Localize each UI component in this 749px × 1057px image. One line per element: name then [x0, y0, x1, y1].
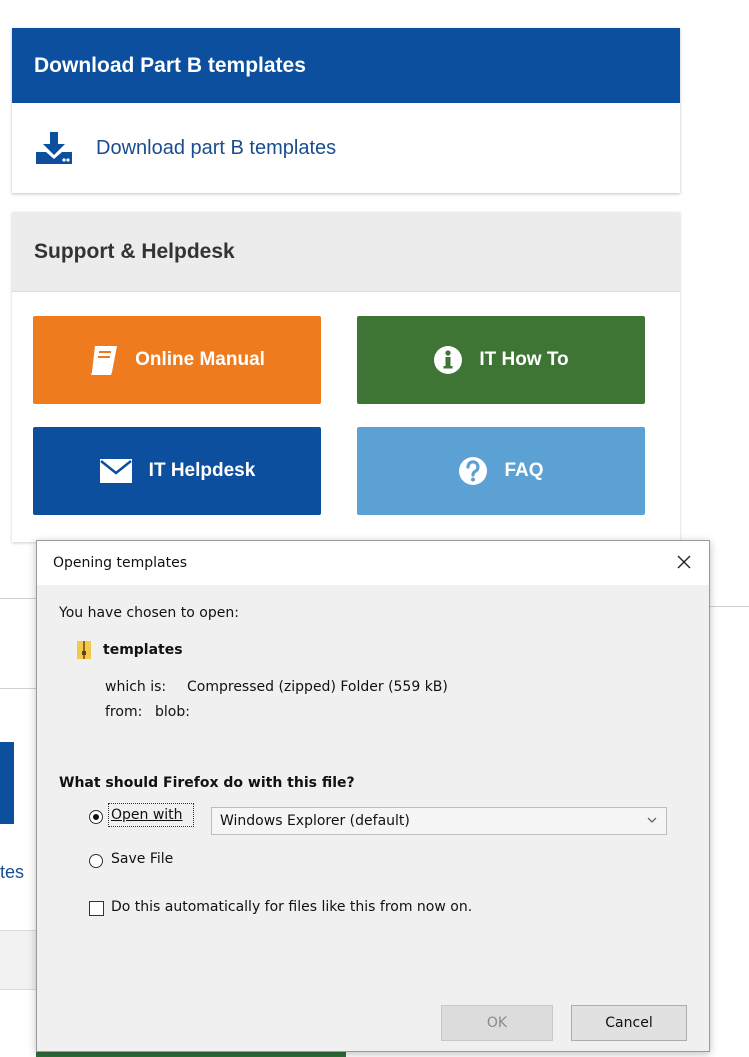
book-icon: [91, 346, 118, 375]
background-bottom-fragment: [0, 930, 36, 990]
dialog-body: You have chosen to open: templates which…: [37, 585, 709, 1051]
support-card: Support & Helpdesk Online Manual IT How …: [12, 212, 680, 542]
dialog-close-button[interactable]: [669, 547, 699, 577]
chevron-down-icon: [647, 817, 657, 823]
faq-button[interactable]: FAQ: [357, 427, 645, 515]
open-with-label[interactable]: Open with: [111, 807, 183, 823]
cancel-button[interactable]: Cancel: [571, 1005, 687, 1041]
which-is-label: which is:: [105, 679, 167, 695]
download-templates-link-label: Download part B templates: [96, 136, 337, 159]
it-helpdesk-label: IT Helpdesk: [148, 460, 256, 481]
it-helpdesk-button[interactable]: IT Helpdesk: [33, 427, 321, 515]
action-question: What should Firefox do with this file?: [59, 775, 355, 791]
background-divider-mid: [0, 688, 36, 689]
download-card: Download Part B templates Download part …: [12, 28, 680, 193]
envelope-icon: [99, 459, 132, 483]
it-how-to-label: IT How To: [479, 349, 569, 370]
auto-action-checkbox[interactable]: [89, 901, 104, 916]
dialog-titlebar: Opening templates: [37, 541, 709, 585]
background-blue-fragment: [0, 742, 14, 824]
from-value: blob:: [155, 704, 190, 720]
background-divider-top: [0, 598, 36, 599]
online-manual-label: Online Manual: [135, 349, 265, 370]
open-file-dialog: Opening templates You have chosen to ope…: [36, 540, 710, 1052]
chosen-to-open-label: You have chosen to open:: [59, 605, 239, 621]
zip-folder-icon: [77, 641, 91, 659]
question-icon: [459, 457, 488, 485]
close-icon: [677, 555, 691, 569]
file-type-value: Compressed (zipped) Folder (559 kB): [187, 679, 448, 695]
download-templates-link[interactable]: Download part B templates: [12, 103, 680, 193]
faq-label: FAQ: [504, 460, 544, 481]
dialog-title: Opening templates: [53, 555, 187, 571]
it-how-to-button[interactable]: IT How To: [357, 316, 645, 404]
info-icon: [434, 346, 463, 374]
save-file-label[interactable]: Save File: [111, 851, 173, 867]
open-with-selected-value: Windows Explorer (default): [220, 813, 410, 829]
save-file-radio[interactable]: [89, 854, 103, 868]
file-name: templates: [103, 642, 183, 658]
online-manual-button[interactable]: Online Manual: [33, 316, 321, 404]
support-card-header: Support & Helpdesk: [12, 212, 680, 292]
from-label: from:: [105, 704, 143, 720]
download-icon: [36, 132, 72, 164]
auto-action-label[interactable]: Do this automatically for files like thi…: [111, 899, 472, 915]
download-card-header: Download Part B templates: [12, 28, 680, 103]
open-with-select[interactable]: Windows Explorer (default): [211, 807, 667, 835]
background-divider-right: [710, 606, 749, 607]
open-with-radio[interactable]: [89, 810, 103, 824]
ok-button[interactable]: OK: [441, 1005, 553, 1041]
background-text-fragment: tes: [0, 862, 25, 882]
